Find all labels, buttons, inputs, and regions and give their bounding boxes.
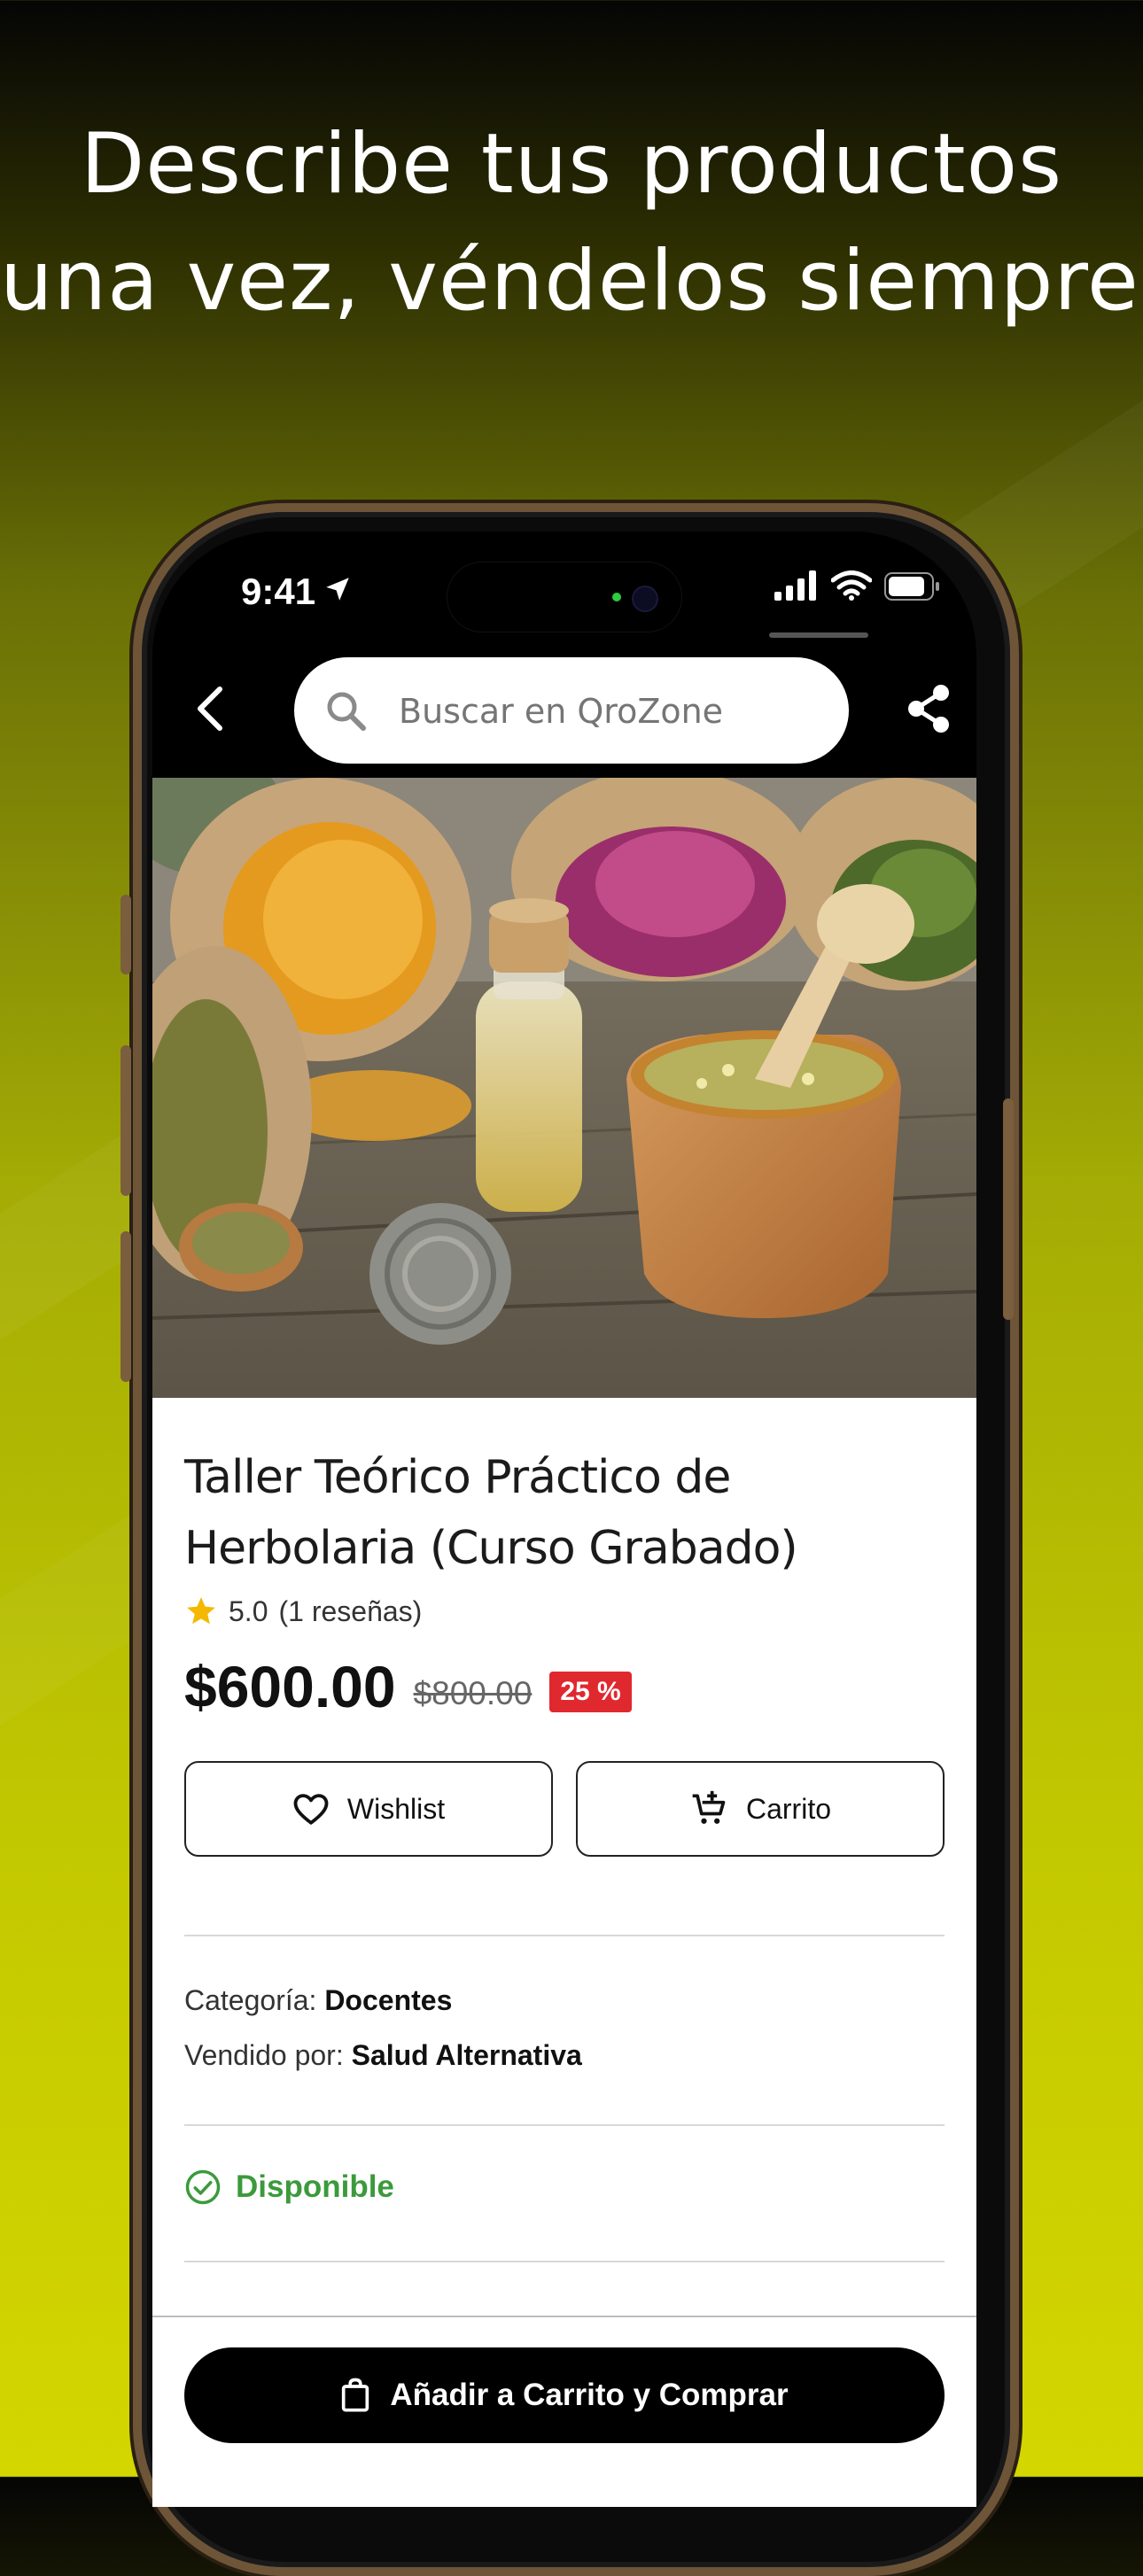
add-to-cart-buy-button[interactable]: Añadir a Carrito y Comprar	[184, 2347, 945, 2443]
heart-icon	[293, 1794, 329, 1825]
status-time: 9:41	[241, 570, 316, 612]
status-bar: 9:41	[152, 531, 976, 638]
headline-line-1: Describe tus productos	[80, 116, 1063, 213]
battery-icon	[884, 572, 939, 601]
pull-indicator	[769, 632, 868, 638]
availability-label: Disponible	[236, 2169, 394, 2204]
location-arrow-icon	[326, 578, 349, 601]
search-input[interactable]	[397, 680, 826, 742]
review-count: (1 reseñas)	[278, 1594, 423, 1627]
wifi-icon	[831, 570, 872, 601]
product-details: Taller Teórico Práctico de Herbolaria (C…	[152, 1398, 976, 2507]
divider	[184, 1935, 945, 1936]
discount-badge: 25 %	[549, 1672, 632, 1712]
category-label: Categoría:	[184, 1984, 317, 2016]
search-bar[interactable]	[294, 657, 849, 764]
cart-label: Carrito	[745, 1792, 831, 1825]
bottom-bar-divider	[152, 2316, 976, 2317]
shopping-bag-icon	[342, 2378, 369, 2412]
original-price: $800.00	[413, 1675, 533, 1711]
divider	[184, 2261, 945, 2262]
camera-indicator-dot	[612, 593, 621, 601]
wishlist-button[interactable]: Wishlist	[184, 1761, 553, 1857]
phone-power-button	[1003, 1098, 1014, 1320]
front-camera	[632, 586, 658, 612]
rating-value: 5.0	[229, 1594, 268, 1627]
phone-side-button	[121, 895, 131, 974]
availability-status: Disponible	[184, 2169, 394, 2206]
search-icon	[327, 692, 366, 731]
wishlist-label: Wishlist	[346, 1792, 446, 1825]
current-price: $600.00	[184, 1654, 396, 1719]
herbs-photo	[152, 778, 976, 1398]
category-row: Categoría: Docentes	[184, 1984, 452, 2017]
headline-line-2: una vez, véndelos siempre.	[0, 233, 1143, 330]
check-circle-icon	[185, 2169, 221, 2205]
phone-screen: 9:41 Buscar en QroZone Taller Teórico Pr…	[152, 531, 976, 2507]
divider	[184, 2124, 945, 2126]
cart-button[interactable]: Carrito	[576, 1761, 945, 1857]
phone-volume-down	[121, 1231, 131, 1382]
buy-button-label: Añadir a Carrito y Comprar	[390, 2378, 789, 2412]
seller-value[interactable]: Salud Alternativa	[352, 2039, 582, 2071]
dynamic-island	[447, 562, 682, 632]
seller-row: Vendido por: Salud Alternativa	[184, 2039, 582, 2072]
price-row: $600.00 $800.00 25 %	[184, 1653, 632, 1720]
share-icon[interactable]	[904, 682, 953, 735]
phone-volume-up	[121, 1045, 131, 1196]
status-icons	[774, 570, 941, 601]
seller-label: Vendido por:	[184, 2039, 344, 2071]
product-image[interactable]	[152, 778, 976, 1398]
product-title: Taller Teórico Práctico de Herbolaria (C…	[184, 1451, 798, 1575]
top-navigation	[152, 647, 976, 771]
cart-add-icon	[692, 1790, 726, 1824]
star-icon	[187, 1597, 215, 1625]
category-value[interactable]: Docentes	[324, 1984, 452, 2016]
back-icon[interactable]	[188, 682, 237, 735]
signal-icon	[774, 570, 816, 601]
marketing-headline: Describe tus productos una vez, véndelos…	[0, 106, 1143, 340]
product-rating[interactable]: 5.0 (1 reseñas)	[184, 1594, 422, 1628]
